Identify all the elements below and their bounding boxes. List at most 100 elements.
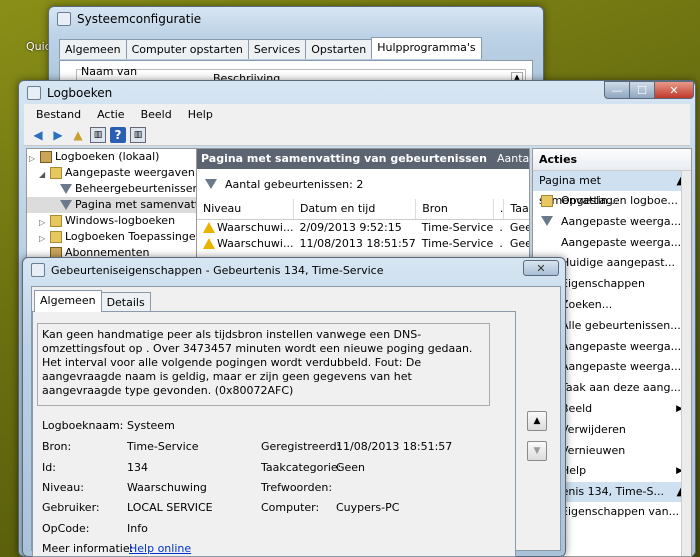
- forward-arrow-icon[interactable]: ▶: [50, 127, 66, 143]
- dialog-close-icon: ✕: [536, 261, 546, 275]
- maximize-icon: ☐: [637, 83, 647, 97]
- syscfg-tab[interactable]: Algemeen: [59, 39, 127, 59]
- actions-section-summary[interactable]: Pagina met samenvattin...▲: [533, 171, 691, 207]
- folder-icon: [50, 167, 62, 179]
- tree-item[interactable]: ▷ Logboeken (lokaal): [27, 149, 211, 165]
- action-label: Eigenschappen: [561, 277, 645, 291]
- close-button[interactable]: ✕: [654, 81, 694, 99]
- maximize-button[interactable]: ☐: [629, 81, 655, 99]
- action-label: Aangepaste weerga...: [561, 360, 682, 374]
- value-task-category: Geen: [336, 461, 366, 474]
- logs-titlebar: Logboeken: [27, 86, 112, 100]
- summary-pane-header: Pagina met samenvatting van gebeurteniss…: [197, 149, 529, 169]
- table-row[interactable]: Waarschuwi... 11/08/2013 18:51:57 Time-Ser…: [197, 235, 529, 251]
- value-source: Time-Service: [127, 440, 199, 453]
- expand-arrow-icon: ▷: [39, 218, 46, 227]
- show-tree-icon[interactable]: ▥: [90, 126, 106, 143]
- folder-icon: [541, 195, 553, 207]
- tree-item[interactable]: Beheergebeurtenissen: [27, 181, 211, 197]
- help-online-link[interactable]: Help online: [129, 542, 191, 555]
- event-message-box[interactable]: Kan geen handmatige peer als tijdsbron i…: [37, 323, 490, 406]
- back-arrow-icon[interactable]: ◀: [30, 127, 46, 143]
- dialog-tab-general[interactable]: Algemeen: [34, 290, 102, 312]
- table-cell: Waarschuwi...: [197, 219, 293, 235]
- tree-item-label: Logboeken (lokaal): [55, 150, 160, 163]
- cell-text: Geen: [509, 236, 529, 250]
- dialog-app-icon: [31, 263, 45, 277]
- table-cell: Geen: [504, 219, 529, 235]
- menu-item[interactable]: Bestand: [28, 108, 89, 121]
- label-event-id: Id:: [42, 461, 56, 474]
- tree-item[interactable]: ◢ Aangepaste weergaven: [27, 165, 211, 181]
- expand-arrow-icon: ▷: [29, 154, 36, 163]
- warning-icon: [203, 221, 215, 233]
- action-label: Zoeken...: [561, 297, 613, 311]
- dialog-title: Gebeurteniseigenschappen - Gebeurtenis 1…: [51, 263, 384, 277]
- syscfg-tab[interactable]: Services: [247, 39, 307, 59]
- dialog-close-button[interactable]: ✕: [523, 260, 559, 276]
- tree-item-label: Pagina met samenvattin: [75, 198, 210, 211]
- table-row[interactable]: Waarschuwi... 2/09/2013 9:52:15 Time-Servi…: [197, 219, 529, 235]
- cell-text: 2/09/2013 9:52:15: [299, 220, 402, 234]
- show-action-pane-icon[interactable]: ▥: [130, 126, 146, 143]
- up-folder-icon[interactable]: ▲: [70, 127, 86, 143]
- label-task-category: Taakcategorie:: [261, 461, 342, 474]
- action-item[interactable]: Aangepaste weerga...: [533, 212, 691, 233]
- tree-item[interactable]: Pagina met samenvattin: [27, 197, 211, 213]
- event-message-text: Kan geen handmatige peer als tijdsbron i…: [42, 328, 473, 397]
- label-source: Bron:: [42, 440, 72, 453]
- tree-item-label: Aangepaste weergaven: [65, 166, 195, 179]
- tree-item[interactable]: ▷ Windows-logboeken: [27, 213, 211, 229]
- action-label: Aangepaste weerga...: [561, 214, 682, 228]
- filter-icon: [205, 179, 217, 189]
- cell-text: Time-Service: [421, 220, 494, 234]
- value-log-name: Systeem: [127, 419, 175, 432]
- table-cell: .: [493, 219, 504, 235]
- syscfg-tab[interactable]: Hulpprogramma's: [371, 37, 482, 59]
- minimize-icon: —: [611, 83, 623, 97]
- next-event-button[interactable]: ▼: [527, 441, 547, 461]
- syscfg-titlebar: Systeemconfiguratie: [57, 12, 201, 26]
- help-icon[interactable]: ?: [110, 126, 126, 143]
- cell-text: Waarschuwi...: [217, 236, 294, 250]
- label-opcode: OpCode:: [42, 522, 90, 535]
- toolbar: ◀ ▶ ▲ ▥ ? ▥: [24, 124, 690, 146]
- previous-event-button[interactable]: ▲: [527, 411, 547, 431]
- column-header[interactable]: .: [493, 199, 505, 220]
- column-header[interactable]: Datum en tijd: [293, 199, 417, 220]
- close-icon: ✕: [669, 83, 679, 97]
- value-event-id: 134: [127, 461, 148, 474]
- menu-item[interactable]: Help: [180, 108, 221, 121]
- action-item[interactable]: Aangepaste weerga...: [533, 233, 691, 254]
- menu-item[interactable]: Beeld: [133, 108, 180, 121]
- label-registered: Geregistreerd:: [261, 440, 341, 453]
- actions-scrollbar[interactable]: [681, 171, 691, 556]
- summary-pane-title: Pagina met samenvatting van gebeurteniss…: [201, 152, 487, 165]
- action-label: Aangepaste weerga...: [561, 339, 682, 353]
- syscfg-title: Systeemconfiguratie: [77, 12, 202, 26]
- column-header[interactable]: Bron: [415, 199, 494, 220]
- action-label: Aangepaste weerga...: [561, 235, 682, 249]
- syscfg-tabs: Algemeen Computer opstarten Services Opstar…: [59, 37, 482, 59]
- value-opcode: Info: [127, 522, 148, 535]
- syscfg-tab[interactable]: Opstarten: [305, 39, 373, 59]
- up-arrow-icon: ▲: [533, 416, 541, 426]
- column-header[interactable]: Taakcat..: [503, 199, 529, 220]
- syscfg-tab[interactable]: Computer opstarten: [125, 39, 249, 59]
- tree-item-label: Logboeken Toepassingen en: [65, 230, 212, 243]
- table-cell: Geen: [504, 235, 529, 251]
- table-cell: Waarschuwi...: [197, 235, 293, 251]
- down-arrow-icon: ▼: [533, 446, 541, 456]
- dialog-tab-details[interactable]: Details: [100, 292, 151, 312]
- menu-item[interactable]: Actie: [89, 108, 133, 121]
- event-count-text: Aantal gebeurtenissen: 2: [225, 177, 364, 191]
- section-label: Pagina met samenvattin...: [539, 174, 619, 207]
- syscfg-app-icon: [57, 12, 71, 26]
- minimize-button[interactable]: —: [604, 81, 630, 99]
- tree-item[interactable]: ▷ Logboeken Toepassingen en: [27, 229, 211, 245]
- action-label: Opgeslagen logboe...: [561, 194, 678, 207]
- dialog-titlebar: Gebeurteniseigenschappen - Gebeurtenis 1…: [31, 263, 383, 277]
- action-item[interactable]: Opgeslagen logboe...: [533, 191, 691, 212]
- column-header[interactable]: Niveau: [197, 199, 294, 220]
